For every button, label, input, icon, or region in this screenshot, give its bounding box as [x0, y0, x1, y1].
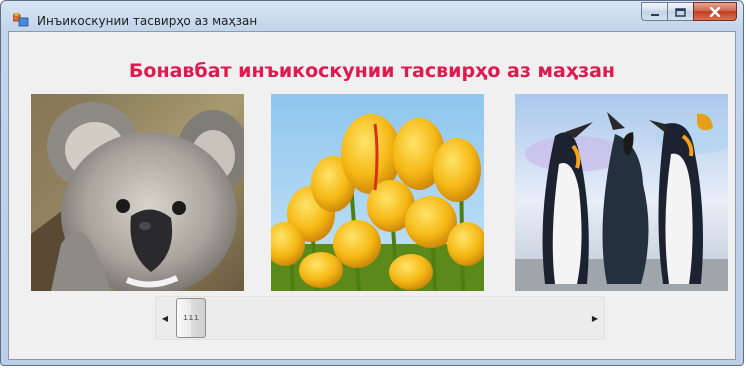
caption-buttons — [641, 2, 737, 21]
app-window: Инъикоскунии тасвирҳо аз маҳзан Бонавбат… — [0, 0, 744, 366]
page-heading: Бонавбат инъикоскунии тасвирҳо аз маҳзан — [128, 60, 616, 82]
app-form-icon — [12, 12, 29, 27]
maximize-button[interactable] — [667, 2, 693, 21]
arrow-right-icon: ▶ — [591, 313, 599, 323]
minimize-icon — [650, 2, 660, 21]
scroll-right-button[interactable]: ▶ — [586, 297, 604, 339]
close-icon — [709, 2, 721, 21]
scroll-thumb[interactable]: ııı — [176, 298, 206, 338]
picture-penguins — [515, 94, 728, 291]
close-button[interactable] — [693, 2, 737, 21]
scroll-left-button[interactable]: ◀ — [156, 297, 174, 339]
picture-koala — [31, 94, 244, 291]
title-bar[interactable]: Инъикоскунии тасвирҳо аз маҳзан — [1, 1, 743, 31]
window-title: Инъикоскунии тасвирҳо аз маҳзан — [37, 14, 258, 28]
maximize-icon — [675, 2, 686, 21]
arrow-left-icon: ◀ — [161, 313, 169, 323]
form-client-area: Бонавбат инъикоскунии тасвирҳо аз маҳзан — [8, 31, 736, 360]
horizontal-scrollbar[interactable]: ◀ ııı ▶ — [155, 296, 605, 340]
minimize-button[interactable] — [641, 2, 667, 21]
picture-tulips — [271, 94, 484, 291]
thumb-grip: ııı — [182, 313, 200, 323]
